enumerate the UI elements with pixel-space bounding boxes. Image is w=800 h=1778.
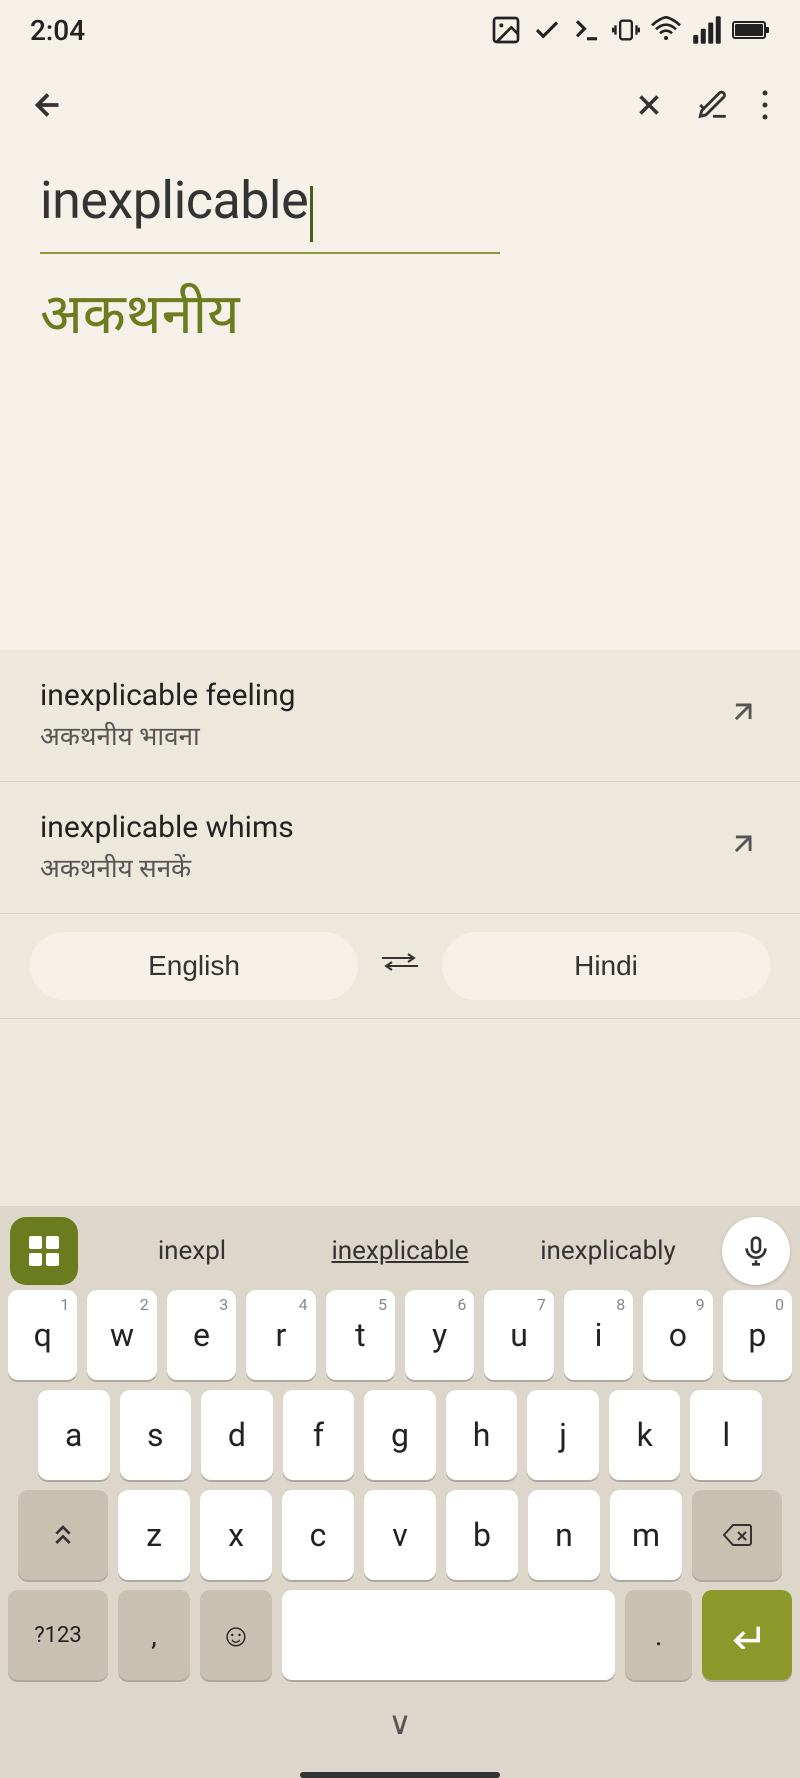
key-t[interactable]: 5t bbox=[326, 1290, 395, 1380]
key-g[interactable]: g bbox=[364, 1390, 436, 1480]
strip-word-0[interactable]: inexpl bbox=[88, 1228, 296, 1274]
arrow-icon-0 bbox=[726, 695, 760, 737]
signal-icon bbox=[692, 15, 722, 45]
key-r[interactable]: 4r bbox=[246, 1290, 315, 1380]
status-icons bbox=[490, 14, 770, 46]
key-z[interactable]: z bbox=[118, 1490, 190, 1580]
bottom-bar: ∨ bbox=[0, 1694, 800, 1762]
key-q[interactable]: 1q bbox=[8, 1290, 77, 1380]
suggestion-text-group-0: inexplicable feeling अकथनीय भावना bbox=[40, 678, 296, 753]
key-a[interactable]: a bbox=[38, 1390, 110, 1480]
source-text[interactable]: inexplicable bbox=[40, 170, 308, 231]
suggestion-sub-1: अकथनीय सनकें bbox=[40, 849, 294, 885]
keyboard-rows: 1q 2w 3e 4r 5t 6y 7u 8i 9o 0p a s d f g … bbox=[0, 1286, 800, 1694]
lang-selector: English Hindi bbox=[0, 914, 800, 1019]
key-w[interactable]: 2w bbox=[87, 1290, 156, 1380]
lang-swap-button[interactable] bbox=[358, 945, 442, 987]
key-y[interactable]: 6y bbox=[405, 1290, 474, 1380]
suggestion-item-0[interactable]: inexplicable feeling अकथनीय भावना bbox=[0, 650, 800, 782]
key-o[interactable]: 9o bbox=[643, 1290, 712, 1380]
strip-suggestions: inexpl inexplicable inexplicably bbox=[88, 1228, 712, 1274]
close-button[interactable] bbox=[632, 88, 666, 122]
backspace-key[interactable] bbox=[692, 1490, 782, 1580]
suggestion-text-group-1: inexplicable whims अकथनीय सनकें bbox=[40, 810, 294, 885]
gallery-icon bbox=[490, 14, 522, 46]
more-button[interactable] bbox=[760, 88, 770, 122]
key-n[interactable]: n bbox=[528, 1490, 600, 1580]
source-text-wrapper: inexplicable bbox=[40, 170, 760, 242]
vibrate-icon bbox=[612, 16, 640, 44]
suggestion-item-1[interactable]: inexplicable whims अकथनीय सनकें bbox=[0, 782, 800, 914]
key-c[interactable]: c bbox=[282, 1490, 354, 1580]
strip-word-2[interactable]: inexplicably bbox=[504, 1228, 712, 1274]
suggestion-strip: inexpl inexplicable inexplicably bbox=[0, 1216, 800, 1286]
check-icon bbox=[532, 15, 562, 45]
translated-text: अकथनीय bbox=[40, 274, 760, 350]
key-f[interactable]: f bbox=[283, 1390, 355, 1480]
terminal-icon bbox=[572, 15, 602, 45]
suggestion-sub-0: अकथनीय भावना bbox=[40, 717, 296, 753]
key-x[interactable]: x bbox=[200, 1490, 272, 1580]
wifi-icon bbox=[650, 14, 682, 46]
home-indicator bbox=[300, 1772, 500, 1778]
chevron-down-button[interactable]: ∨ bbox=[40, 1704, 760, 1742]
microphone-button[interactable] bbox=[722, 1217, 790, 1285]
emoji-key[interactable]: ☺ bbox=[200, 1590, 272, 1680]
key-s[interactable]: s bbox=[120, 1390, 192, 1480]
key-row-3: z x c v b n m bbox=[8, 1490, 792, 1580]
translation-area: inexplicable अकथनीय bbox=[0, 150, 800, 350]
key-d[interactable]: d bbox=[201, 1390, 273, 1480]
key-b[interactable]: b bbox=[446, 1490, 518, 1580]
text-cursor bbox=[310, 186, 313, 242]
numbers-key[interactable]: ?123 bbox=[8, 1590, 108, 1680]
space-key[interactable] bbox=[282, 1590, 615, 1680]
key-h[interactable]: h bbox=[446, 1390, 518, 1480]
toolbar bbox=[0, 60, 800, 150]
period-key[interactable]: . bbox=[625, 1590, 692, 1680]
divider bbox=[40, 252, 500, 254]
key-j[interactable]: j bbox=[527, 1390, 599, 1480]
battery-icon bbox=[732, 16, 770, 44]
key-l[interactable]: l bbox=[690, 1390, 762, 1480]
keyboard-area: inexpl inexplicable inexplicably 1q 2w 3… bbox=[0, 1206, 800, 1778]
app-icon[interactable] bbox=[10, 1217, 78, 1285]
suggestions-area: inexplicable feeling अकथनीय भावना inexpl… bbox=[0, 650, 800, 1778]
enter-key[interactable] bbox=[702, 1590, 792, 1680]
status-bar: 2:04 bbox=[0, 0, 800, 60]
key-row-1: 1q 2w 3e 4r 5t 6y 7u 8i 9o 0p bbox=[8, 1290, 792, 1380]
key-e[interactable]: 3e bbox=[167, 1290, 236, 1380]
target-lang-button[interactable]: Hindi bbox=[442, 932, 770, 1000]
key-u[interactable]: 7u bbox=[484, 1290, 553, 1380]
key-v[interactable]: v bbox=[364, 1490, 436, 1580]
back-button[interactable] bbox=[30, 87, 66, 123]
edit-button[interactable] bbox=[696, 88, 730, 122]
key-k[interactable]: k bbox=[609, 1390, 681, 1480]
comma-key[interactable]: , bbox=[118, 1590, 190, 1680]
key-row-4: ?123 , ☺ . bbox=[8, 1590, 792, 1680]
source-lang-button[interactable]: English bbox=[30, 932, 358, 1000]
shift-key[interactable] bbox=[18, 1490, 108, 1580]
key-row-2: a s d f g h j k l bbox=[8, 1390, 792, 1480]
suggestion-main-1: inexplicable whims bbox=[40, 810, 294, 845]
suggestion-main-0: inexplicable feeling bbox=[40, 678, 296, 713]
arrow-icon-1 bbox=[726, 827, 760, 869]
key-i[interactable]: 8i bbox=[564, 1290, 633, 1380]
status-time: 2:04 bbox=[30, 14, 85, 47]
key-p[interactable]: 0p bbox=[723, 1290, 792, 1380]
key-m[interactable]: m bbox=[610, 1490, 682, 1580]
strip-word-1[interactable]: inexplicable bbox=[296, 1228, 504, 1274]
